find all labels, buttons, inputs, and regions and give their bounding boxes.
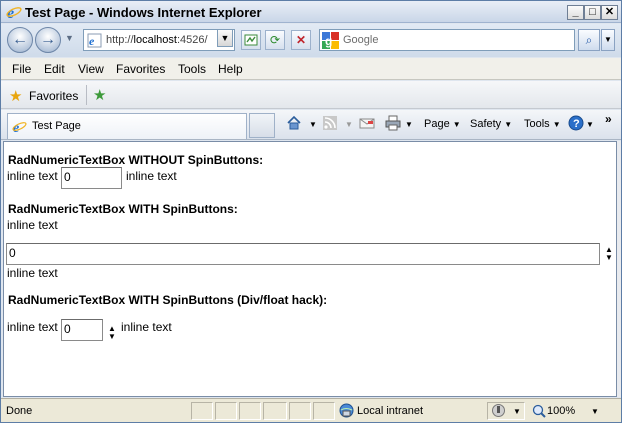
numeric-textbox-with-spin-full-width[interactable]: 0 <box>6 243 600 265</box>
feeds-icon[interactable] <box>322 115 338 131</box>
status-pane <box>239 402 261 420</box>
menu-favorites[interactable]: Favorites <box>116 62 165 76</box>
section2-heading: RadNumericTextBox WITH SpinButtons: <box>8 202 238 216</box>
safety-dropdown-icon: ▼ <box>504 120 513 129</box>
page-content: RadNumericTextBox WITHOUT SpinButtons: i… <box>3 141 617 397</box>
favorites-button[interactable]: Favorites <box>29 89 78 103</box>
read-mail-icon[interactable] <box>359 115 375 131</box>
menu-view[interactable]: View <box>78 62 104 76</box>
more-commands-chevron-icon[interactable]: » <box>605 112 612 126</box>
compatibility-view-button[interactable] <box>241 30 261 50</box>
close-button[interactable]: ✕ <box>601 5 618 20</box>
status-text: Done <box>6 405 33 417</box>
search-box[interactable]: g Google <box>319 29 575 51</box>
tab-label: Test Page <box>32 120 81 132</box>
status-pane <box>215 402 237 420</box>
feeds-dropdown-icon[interactable]: ▼ <box>345 120 353 129</box>
spin-down-icon[interactable]: ▼ <box>107 333 117 341</box>
compatibility-view-icon <box>244 34 258 46</box>
status-pane <box>289 402 311 420</box>
search-icon: ⌕ <box>585 33 593 47</box>
svg-text:?: ? <box>573 118 580 130</box>
zoom-level[interactable]: 100% <box>547 405 575 417</box>
history-dropdown-icon[interactable]: ▼ <box>65 33 74 43</box>
section1-inline-text-after: inline text <box>126 169 177 183</box>
svg-text:g: g <box>325 34 332 48</box>
google-logo-icon: g <box>322 32 339 49</box>
section3-inline-text-after: inline text <box>121 320 172 334</box>
tools-menu[interactable]: Tools ▼ <box>524 118 561 130</box>
print-dropdown-icon[interactable]: ▼ <box>405 120 413 129</box>
page-icon: e <box>87 33 102 48</box>
home-icon[interactable] <box>286 115 302 131</box>
favorites-star-icon[interactable]: ★ <box>9 87 22 105</box>
section1-heading: RadNumericTextBox WITHOUT SpinButtons: <box>8 153 264 167</box>
tab-test-page[interactable]: e Test Page <box>7 113 247 139</box>
page-menu[interactable]: Page ▼ <box>424 118 461 130</box>
svg-text:e: e <box>89 34 95 48</box>
stop-button[interactable]: ✕ <box>291 30 311 50</box>
section2-inline-text-before: inline text <box>7 218 58 232</box>
numeric-textbox-with-spin-float[interactable]: 0 <box>61 319 103 341</box>
address-bar[interactable]: e http://localhost:4526/ <box>83 29 235 51</box>
refresh-button[interactable]: ⟳ <box>265 30 285 50</box>
status-pane <box>263 402 287 420</box>
back-arrow-icon: ← <box>12 31 28 48</box>
numeric-textbox-no-spin[interactable]: 0 <box>61 167 122 189</box>
forward-arrow-icon: → <box>40 31 56 48</box>
zoom-dropdown-icon[interactable]: ▼ <box>591 407 599 416</box>
zoom-icon <box>532 404 546 418</box>
status-pane <box>191 402 213 420</box>
section3-heading: RadNumericTextBox WITH SpinButtons (Div/… <box>8 293 328 307</box>
internet-explorer-icon: e <box>6 5 22 20</box>
window-title: Test Page - Windows Internet Explorer <box>25 5 262 20</box>
stop-icon: ✕ <box>295 33 307 47</box>
protected-mode-icon <box>492 404 505 417</box>
protected-mode-dropdown-icon[interactable]: ▼ <box>513 407 521 416</box>
title-bar: e Test Page - Windows Internet Explorer … <box>1 1 621 23</box>
print-icon[interactable] <box>385 115 401 131</box>
navigation-bar: ← → ▼ e http://localhost:4526/ ▼ ⟳ ✕ g G… <box>1 24 621 57</box>
forward-button[interactable]: → <box>35 27 61 53</box>
search-input[interactable]: Google <box>343 34 378 46</box>
address-url[interactable]: http://localhost:4526/ <box>106 34 208 46</box>
back-button[interactable]: ← <box>7 27 33 53</box>
section1-inline-text-before: inline text <box>7 169 58 183</box>
favorites-bar: ★ Favorites ★ <box>1 81 621 109</box>
section2-inline-text-after: inline text <box>7 266 58 280</box>
menu-tools[interactable]: Tools <box>178 62 206 76</box>
command-bar: e Test Page ▼ ▼ ▼ Page ▼ Safety ▼ Tools … <box>1 110 621 140</box>
tab-page-icon: e <box>12 121 27 134</box>
menu-bar: File Edit View Favorites Tools Help <box>1 58 621 80</box>
home-dropdown-icon[interactable]: ▼ <box>309 120 317 129</box>
menu-edit[interactable]: Edit <box>44 62 65 76</box>
browser-window: e Test Page - Windows Internet Explorer … <box>0 0 622 423</box>
status-bar: Done Local intranet ▼ 100% ▼ <box>1 398 621 422</box>
address-dropdown-icon[interactable]: ▼ <box>217 29 233 47</box>
new-tab-button[interactable] <box>249 113 275 138</box>
tools-dropdown-icon: ▼ <box>552 120 561 129</box>
intranet-zone-icon <box>339 403 354 418</box>
page-dropdown-icon: ▼ <box>452 120 461 129</box>
favorites-separator <box>86 85 87 105</box>
spin-down-icon[interactable]: ▼ <box>604 254 614 262</box>
security-zone[interactable]: Local intranet <box>357 405 423 417</box>
search-button[interactable]: ⌕ <box>578 29 600 51</box>
status-pane <box>313 402 335 420</box>
section3-inline-text-before: inline text <box>7 320 58 334</box>
safety-menu[interactable]: Safety ▼ <box>470 118 512 130</box>
refresh-icon: ⟳ <box>269 33 281 47</box>
search-options-dropdown-icon[interactable]: ▼ <box>601 29 615 51</box>
help-icon[interactable]: ? <box>568 115 584 131</box>
maximize-button[interactable]: □ <box>584 5 601 20</box>
help-dropdown-icon[interactable]: ▼ <box>586 120 594 129</box>
add-to-favorites-bar-icon[interactable]: ★ <box>93 86 106 104</box>
content-scrollbar[interactable] <box>617 141 621 397</box>
menu-help[interactable]: Help <box>218 62 243 76</box>
minimize-button[interactable]: _ <box>567 5 584 20</box>
menu-file[interactable]: File <box>12 62 31 76</box>
